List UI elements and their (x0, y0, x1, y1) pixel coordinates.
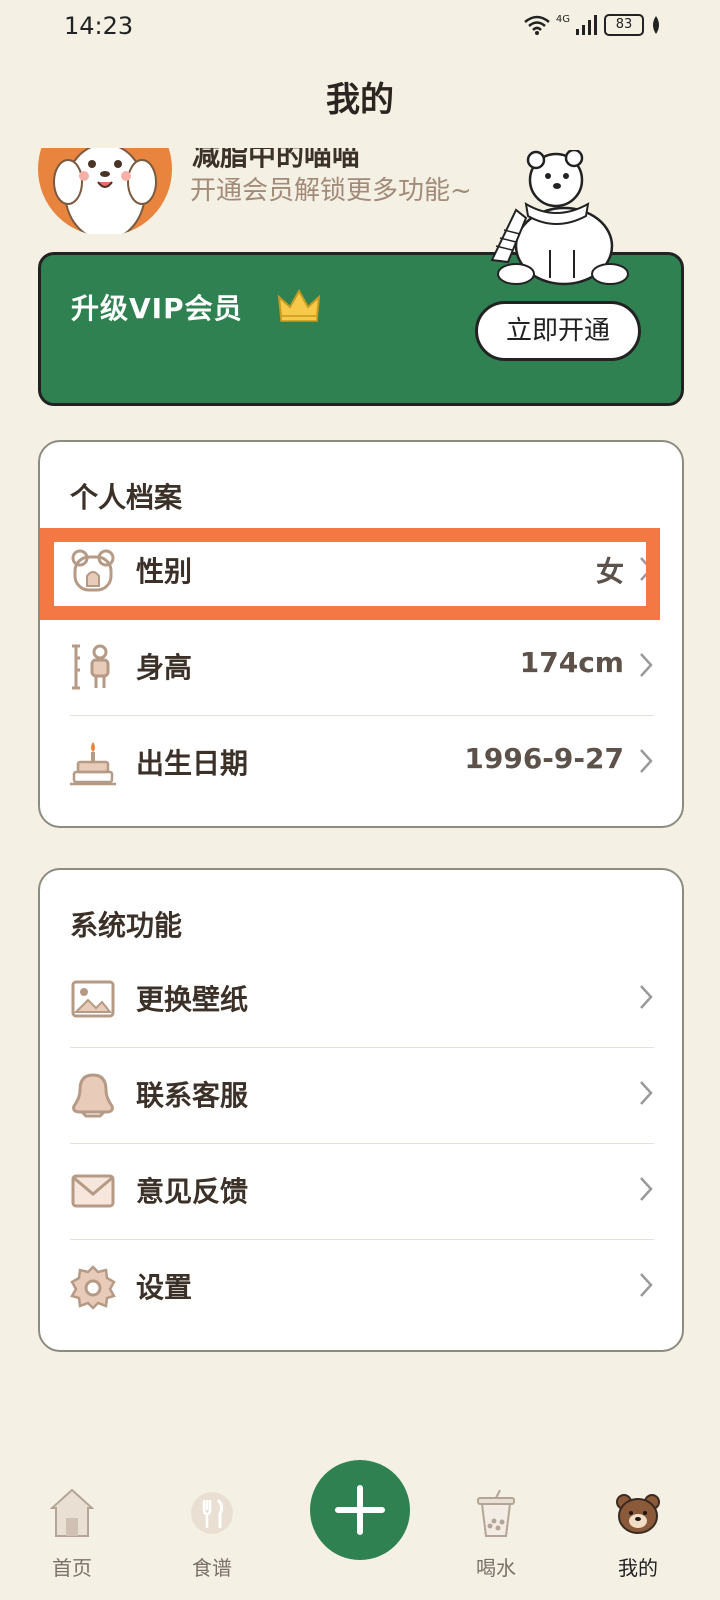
profile-subtitle: 开通会员解锁更多功能~ (190, 176, 472, 206)
mail-icon (71, 1174, 115, 1208)
network-label: 4G (555, 13, 570, 25)
system-row-feedback[interactable]: 意见反馈 (70, 1143, 654, 1240)
bottom-tab-bar: 首页 食谱 喝水 我的 (0, 1460, 720, 1600)
divider (70, 1239, 654, 1240)
chevron-right-icon (640, 749, 653, 773)
status-bar: 14:23 4G 83 (0, 0, 720, 56)
chevron-right-icon (640, 1177, 653, 1201)
house-icon (50, 1488, 94, 1537)
profile-row-height[interactable]: 身高 174cm (70, 619, 654, 716)
puppy-avatar-icon (53, 148, 157, 234)
battery-indicator: 83 (604, 14, 644, 36)
gear-icon (70, 1265, 116, 1310)
profile-row-value: 1996-9-27 (464, 742, 624, 775)
penguin-icon (72, 1073, 114, 1118)
system-functions-title: 系统功能 (70, 909, 183, 942)
chevron-right-icon (640, 1081, 653, 1105)
tab-label: 喝水 (476, 1556, 516, 1580)
chevron-right-icon (640, 653, 653, 677)
chevron-right-icon (640, 985, 653, 1009)
status-time: 14:23 (64, 12, 134, 40)
activate-vip-button[interactable]: 立即开通 (475, 301, 641, 361)
system-row-wallpaper[interactable]: 更换壁纸 (70, 952, 654, 1048)
signal-icon (576, 15, 597, 35)
profile-row-value: 174cm (519, 646, 624, 679)
status-icons: 4G 83 (524, 14, 662, 36)
bear-face-icon (616, 1494, 660, 1534)
system-row-label: 意见反馈 (136, 1175, 249, 1208)
highlight-box (40, 528, 660, 620)
crown-icon (277, 289, 321, 322)
page-title: 我的 (326, 80, 394, 120)
add-button[interactable] (310, 1460, 410, 1560)
divider (70, 1143, 654, 1144)
birthday-cake-icon (70, 742, 116, 786)
tab-label: 我的 (618, 1556, 658, 1580)
profile-row-label: 身高 (136, 651, 193, 684)
personal-profile-title: 个人档案 (70, 481, 183, 514)
divider (70, 715, 654, 716)
system-row-settings[interactable]: 设置 (70, 1239, 654, 1336)
tab-label: 首页 (52, 1556, 92, 1580)
profile-row-birthday[interactable]: 出生日期 1996-9-27 (70, 715, 654, 812)
plus-icon (335, 1485, 385, 1535)
chevron-right-icon (640, 1273, 653, 1297)
system-row-customer-service[interactable]: 联系客服 (70, 1047, 654, 1144)
height-ruler-icon (72, 644, 110, 690)
polar-bear-mascot-icon (490, 150, 629, 286)
system-row-label: 设置 (136, 1271, 193, 1304)
drink-cup-icon (477, 1489, 515, 1537)
leaf-icon (653, 16, 659, 34)
tab-recipes[interactable]: 食谱 (162, 1460, 262, 1580)
tab-drink-water[interactable]: 喝水 (446, 1460, 546, 1580)
tab-label: 食谱 (192, 1556, 232, 1580)
tab-mine[interactable]: 我的 (588, 1460, 688, 1580)
system-row-label: 联系客服 (136, 1079, 249, 1112)
system-functions-card: 系统功能 更换壁纸 联系客服 意见反馈 设置 (38, 868, 684, 1352)
vip-title: 升级VIP会员 (71, 292, 243, 325)
cutlery-icon (191, 1492, 233, 1534)
personal-profile-card: 个人档案 性别 女 身高 174cm 出生日期 1996-9-27 (38, 440, 684, 828)
profile-row-label: 出生日期 (136, 747, 249, 780)
image-icon (71, 980, 115, 1018)
avatar[interactable] (38, 148, 172, 234)
divider (70, 1047, 654, 1048)
tab-home[interactable]: 首页 (22, 1460, 122, 1580)
system-row-label: 更换壁纸 (136, 983, 249, 1016)
wifi-icon (524, 15, 550, 35)
